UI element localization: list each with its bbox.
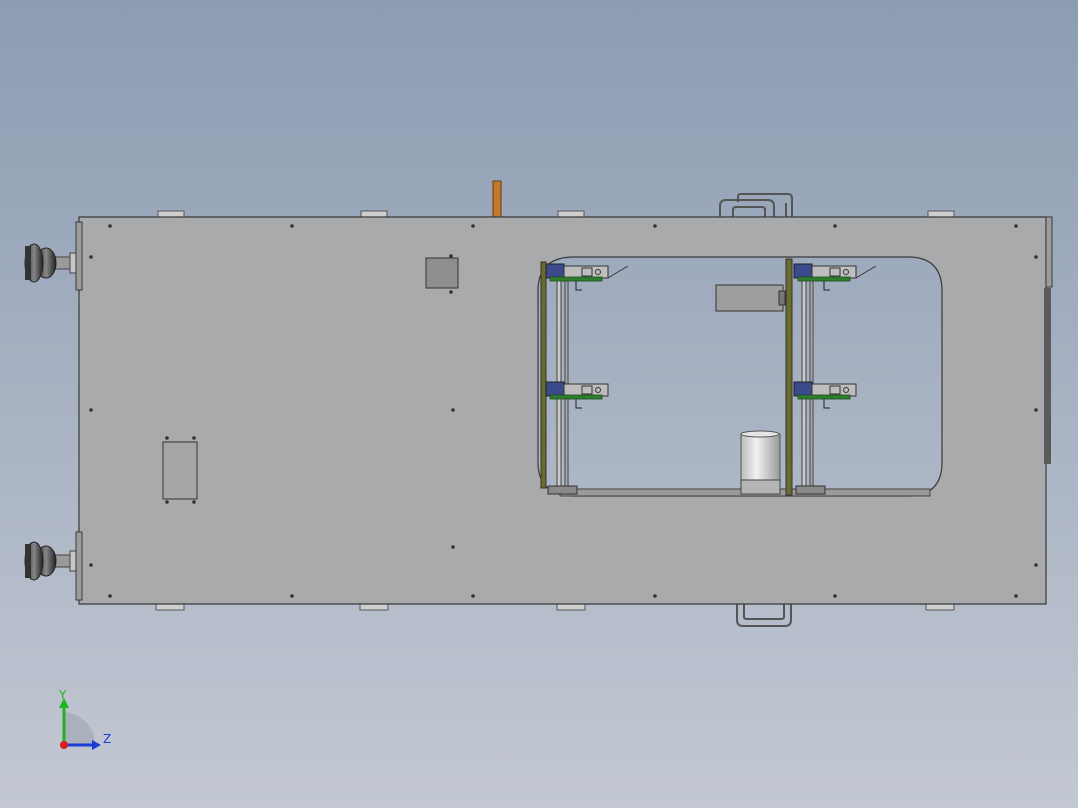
triad-z-label: Z [103,732,112,746]
screw [89,563,93,567]
clamp-motor-block [545,381,565,397]
clamp-rail-accent [797,276,851,282]
screw [192,500,196,504]
screw [833,224,837,228]
left-gantry-post [540,261,547,489]
screw [1034,408,1038,412]
clamp-motor-block [793,263,813,279]
bottom-tab [359,603,389,611]
bottom-tab [155,603,185,611]
screw [290,594,294,598]
top-tab [927,210,955,218]
right-base-block [795,485,826,495]
right-end-cap [1044,288,1051,464]
screw [89,408,93,412]
clamp-rail-accent [549,394,603,400]
clamp-motor-block [545,263,565,279]
screw [449,254,453,258]
top-tab [157,210,185,218]
screw [471,224,475,228]
clamp-motor-block [793,381,813,397]
access-cover [162,441,198,500]
cylinder-body [740,433,781,481]
screw [451,545,455,549]
screw [1014,224,1018,228]
left-base-block [547,485,578,495]
bottom-tab [925,603,955,611]
model-view[interactable] [0,0,1078,808]
screw [653,224,657,228]
screw [1034,563,1038,567]
right-end-bracket [1045,216,1053,288]
cad-viewport[interactable]: Y Z [0,0,1078,808]
screw [653,594,657,598]
clamp-rail-accent [797,394,851,400]
screw [108,224,112,228]
screw [108,594,112,598]
top-tab [360,210,388,218]
top-tab [557,210,585,218]
screw [89,255,93,259]
screw [451,408,455,412]
mounting-bracket [425,257,459,289]
screw [1034,255,1038,259]
triad-y-label: Y [59,688,67,702]
left-end-bracket [75,531,83,601]
screw [833,594,837,598]
screw [165,436,169,440]
cylinder-top [740,430,780,438]
screw [165,500,169,504]
sensor-connector [778,290,786,306]
bottom-tab [556,603,586,611]
screw [1014,594,1018,598]
sensor-block [715,284,784,312]
screw [471,594,475,598]
clamp-rail-accent [549,276,603,282]
left-end-bracket [75,221,83,291]
left-guide-rod-2 [564,275,569,489]
x-axis-origin [60,741,68,749]
right-gantry-post [785,258,793,496]
orange-tab [492,180,502,218]
screw [290,224,294,228]
screw [449,290,453,294]
cylinder-base [740,479,781,495]
window-interior [540,258,931,497]
screw [192,436,196,440]
